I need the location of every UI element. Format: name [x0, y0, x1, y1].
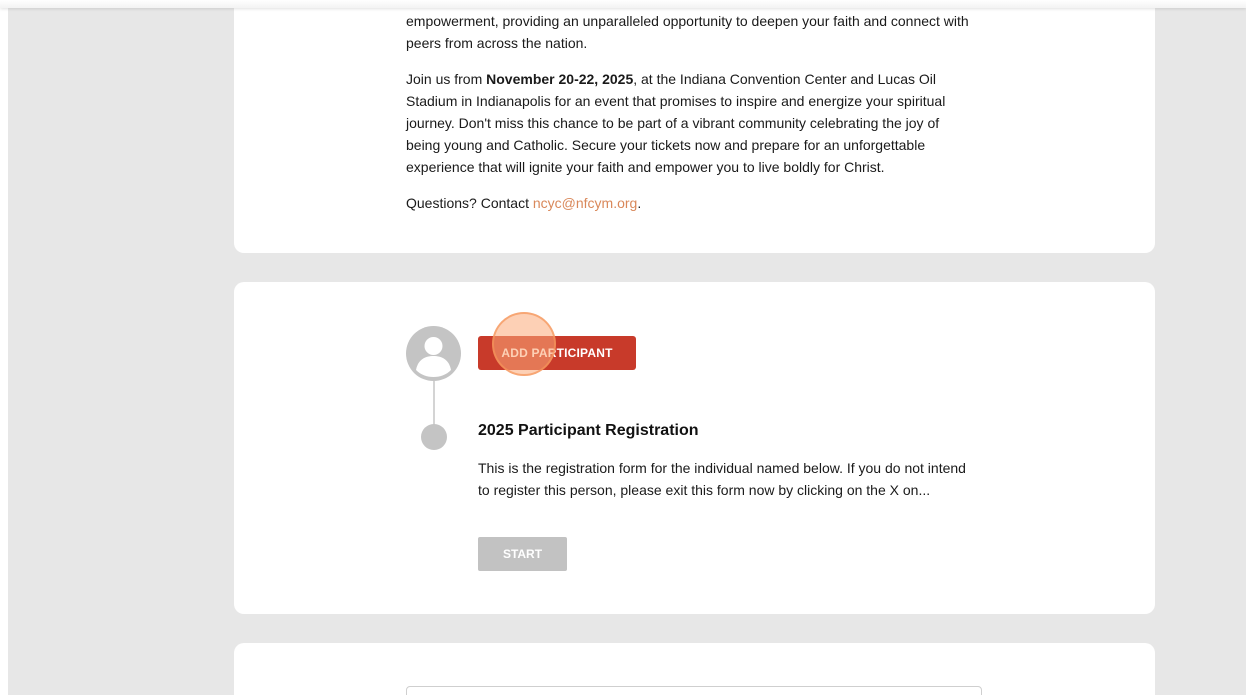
browser-top-bar: [0, 0, 1246, 8]
timeline-connector: [433, 381, 435, 428]
add-participant-button[interactable]: ADD PARTICIPANT: [478, 336, 636, 370]
start-button[interactable]: START: [478, 537, 567, 571]
registration-description: This is the registration form for the in…: [478, 460, 966, 498]
questions-prefix: Questions? Contact: [406, 195, 533, 211]
partial-input-field[interactable]: [406, 686, 982, 695]
questions-suffix: .: [637, 195, 642, 211]
user-silhouette-icon: [416, 337, 451, 377]
intro-paragraph-1: empowerment, providing an unparalleled o…: [406, 10, 971, 54]
participant-card: ADD PARTICIPANT 2025 Participant Registr…: [234, 282, 1155, 614]
intro-paragraph-1-text: empowerment, providing an unparalleled o…: [406, 13, 969, 51]
event-intro-card: empowerment, providing an unparalleled o…: [234, 7, 1155, 253]
intro-paragraph-2-prefix: Join us from: [406, 71, 487, 87]
intro-text: empowerment, providing an unparalleled o…: [406, 10, 971, 228]
event-dates: November 20-22, 2025: [486, 71, 634, 87]
next-section-card: [234, 643, 1155, 695]
registration-title: 2025 Participant Registration: [478, 422, 699, 439]
user-avatar-icon: [406, 326, 461, 381]
intro-paragraph-2: Join us from November 20-22, 2025, at th…: [406, 68, 971, 178]
contact-email-link[interactable]: ncyc@nfcym.org: [533, 195, 637, 211]
questions-line: Questions? Contact ncyc@nfcym.org.: [406, 192, 971, 214]
page-viewport[interactable]: empowerment, providing an unparalleled o…: [8, 7, 1246, 695]
timeline-dot-icon: [421, 424, 447, 450]
